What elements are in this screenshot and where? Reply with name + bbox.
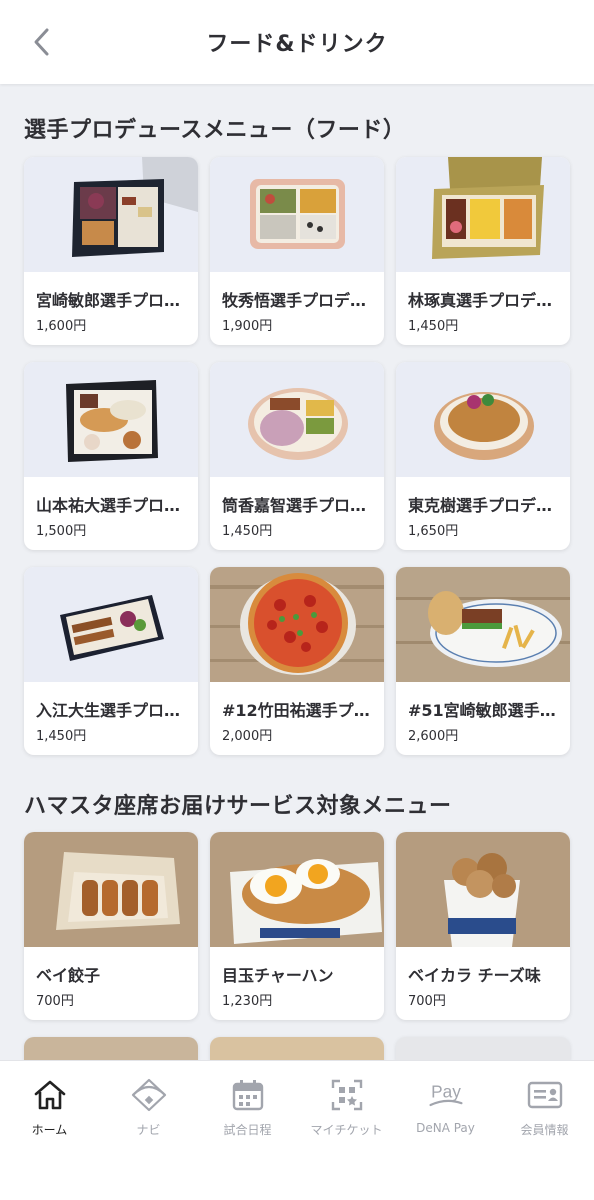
item-name: ベイカラ チーズ味	[408, 966, 541, 985]
tab-member-info[interactable]: 会員情報	[495, 1061, 594, 1151]
item-price: 1,600円	[36, 319, 87, 334]
item-price: 2,600円	[408, 729, 459, 744]
qr-ticket-icon	[331, 1079, 362, 1111]
menu-card-partial[interactable]	[210, 1037, 384, 1061]
tab-home[interactable]: ホーム	[0, 1061, 99, 1151]
tab-label: DeNA Pay	[416, 1121, 475, 1135]
item-name: 牧秀悟選手プロデュース弁当	[222, 291, 374, 310]
item-name: 林琢真選手プロデュース弁当	[408, 291, 560, 310]
food-image	[396, 362, 570, 477]
tab-my-ticket[interactable]: マイチケット	[297, 1061, 396, 1151]
menu-card[interactable]: 山本祐大選手プロデュース弁当 1,500円	[24, 362, 198, 550]
item-price: 1,230円	[222, 994, 273, 1009]
item-price: 1,450円	[408, 319, 459, 334]
food-image	[210, 362, 384, 477]
item-name: 東克樹選手プロデュース弁当	[408, 496, 560, 515]
section-title-player-menu: 選手プロデュースメニュー（フード）	[24, 118, 406, 143]
tab-navi[interactable]: ナビ	[99, 1061, 198, 1151]
player-menu-grid: 宮崎敏郎選手プロデュース弁当 1,600円 牧秀悟選手プロデュース弁当 1,90…	[24, 157, 570, 755]
pay-icon-text: Pay	[431, 1082, 461, 1102]
page-title: フード&ドリンク	[206, 32, 388, 57]
section-title-seat-delivery: ハマスタ座席お届けサービス対象メニュー	[24, 794, 452, 819]
item-name: ベイ餃子	[36, 966, 101, 985]
seat-delivery-grid: ベイ餃子 700円 目玉チャーハン 1,230円 ベイカラ チーズ味 700円	[24, 832, 570, 1061]
item-price: 1,650円	[408, 524, 459, 539]
menu-card[interactable]: 目玉チャーハン 1,230円	[210, 832, 384, 1020]
calendar-icon	[232, 1080, 263, 1111]
menu-card[interactable]: ベイ餃子 700円	[24, 832, 198, 1020]
item-price: 2,000円	[222, 729, 273, 744]
item-name: 宮崎敏郎選手プロデュース弁当	[36, 291, 188, 310]
item-name: 山本祐大選手プロデュース弁当	[36, 496, 188, 515]
menu-card[interactable]: ベイカラ チーズ味 700円	[396, 832, 570, 1020]
menu-card[interactable]: 東克樹選手プロデュース弁当 1,650円	[396, 362, 570, 550]
tab-label: マイチケット	[310, 1123, 383, 1137]
menu-card[interactable]: 筒香嘉智選手プロデュース弁当 1,450円	[210, 362, 384, 550]
menu-card[interactable]: 林琢真選手プロデュース弁当 1,450円	[396, 157, 570, 345]
menu-card-partial[interactable]	[24, 1037, 198, 1061]
food-image	[24, 567, 198, 682]
menu-card-partial[interactable]	[396, 1037, 570, 1061]
bottom-tab-bar: ホーム ナビ 試合日程 マイチケット Pay DeNA Pay 会員情報	[0, 1060, 594, 1200]
member-card-icon	[527, 1081, 562, 1109]
food-image	[396, 832, 570, 947]
food-image	[396, 157, 570, 272]
pay-icon: Pay	[428, 1082, 463, 1107]
item-name: 筒香嘉智選手プロデュース弁当	[222, 496, 374, 515]
home-icon	[34, 1080, 65, 1110]
food-image	[210, 157, 384, 272]
item-price: 1,450円	[222, 524, 273, 539]
item-name: 目玉チャーハン	[222, 966, 334, 985]
food-image	[24, 157, 198, 272]
item-name: 入江大生選手プロデュース弁当	[36, 701, 188, 720]
tab-dena-pay[interactable]: Pay DeNA Pay	[396, 1061, 495, 1151]
item-name: #12竹田祐選手プロデュースピザ	[222, 701, 374, 720]
item-name: #51宮崎敏郎選手プロデュースバーガー	[408, 701, 560, 720]
item-price: 1,500円	[36, 524, 87, 539]
tab-label: 会員情報	[520, 1123, 569, 1137]
item-price: 700円	[408, 994, 446, 1009]
item-price: 700円	[36, 994, 74, 1009]
menu-card[interactable]: 入江大生選手プロデュース弁当 1,450円	[24, 567, 198, 755]
food-image	[24, 362, 198, 477]
food-image	[210, 567, 384, 682]
tab-schedule[interactable]: 試合日程	[198, 1061, 297, 1151]
food-image	[396, 567, 570, 682]
food-image	[24, 832, 198, 947]
tab-label: 試合日程	[223, 1123, 272, 1137]
item-price: 1,900円	[222, 319, 273, 334]
item-price: 1,450円	[36, 729, 87, 744]
menu-card[interactable]: 牧秀悟選手プロデュース弁当 1,900円	[210, 157, 384, 345]
tab-label: ナビ	[136, 1123, 161, 1137]
tab-label: ホーム	[31, 1123, 68, 1137]
menu-card[interactable]: #51宮崎敏郎選手プロデュースバーガー 2,600円	[396, 567, 570, 755]
menu-card[interactable]: 宮崎敏郎選手プロデュース弁当 1,600円	[24, 157, 198, 345]
stadium-icon	[131, 1078, 166, 1112]
food-image	[210, 832, 384, 947]
menu-card[interactable]: #12竹田祐選手プロデュースピザ 2,000円	[210, 567, 384, 755]
header-bar: フード&ドリンク	[0, 0, 594, 84]
